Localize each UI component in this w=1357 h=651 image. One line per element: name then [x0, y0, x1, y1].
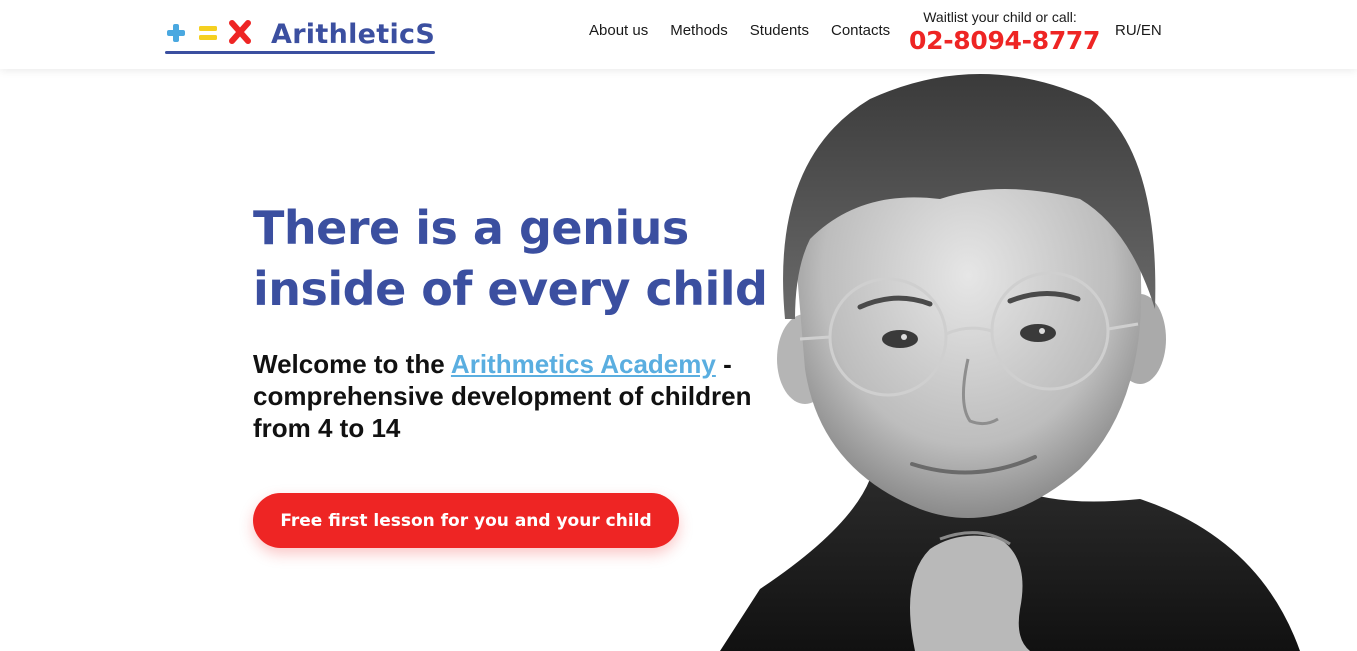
language-switcher[interactable]: RU/EN	[1115, 22, 1162, 39]
hero-subtitle-prefix: Welcome to the	[253, 349, 451, 379]
nav-contacts[interactable]: Contacts	[831, 22, 890, 39]
equals-icon	[199, 26, 217, 40]
hero-title-line1: There is a genius	[253, 201, 689, 255]
logo[interactable]: ArithleticS	[165, 14, 436, 54]
logo-text: ArithleticS	[271, 18, 436, 50]
waitlist-label: Waitlist your child or call:	[923, 9, 1077, 25]
logo-math-icons	[167, 20, 251, 44]
logo-underline	[165, 51, 436, 54]
free-lesson-button[interactable]: Free first lesson for you and your child	[253, 493, 679, 548]
page: ArithleticS About us Methods Students Co…	[0, 0, 1357, 651]
academy-link[interactable]: Arithmetics Academy	[451, 349, 716, 379]
hero-photo	[720, 74, 1300, 651]
nav-about-us[interactable]: About us	[589, 22, 648, 39]
hero-title: There is a genius inside of every child	[253, 198, 773, 320]
hero-subtitle: Welcome to the Arithmetics Academy - com…	[253, 348, 753, 444]
times-icon	[229, 20, 251, 44]
phone-number-link[interactable]: 02-8094-8777	[909, 26, 1100, 55]
main-nav: About us Methods Students Contacts	[589, 22, 890, 39]
waitlist-contact: Waitlist your child or call: 02-8094-877…	[909, 9, 1100, 55]
plus-icon	[167, 24, 185, 42]
nav-methods[interactable]: Methods	[670, 22, 728, 39]
nav-students[interactable]: Students	[750, 22, 809, 39]
hero-title-line2: inside of every child	[253, 262, 768, 316]
site-header: ArithleticS About us Methods Students Co…	[0, 0, 1357, 69]
